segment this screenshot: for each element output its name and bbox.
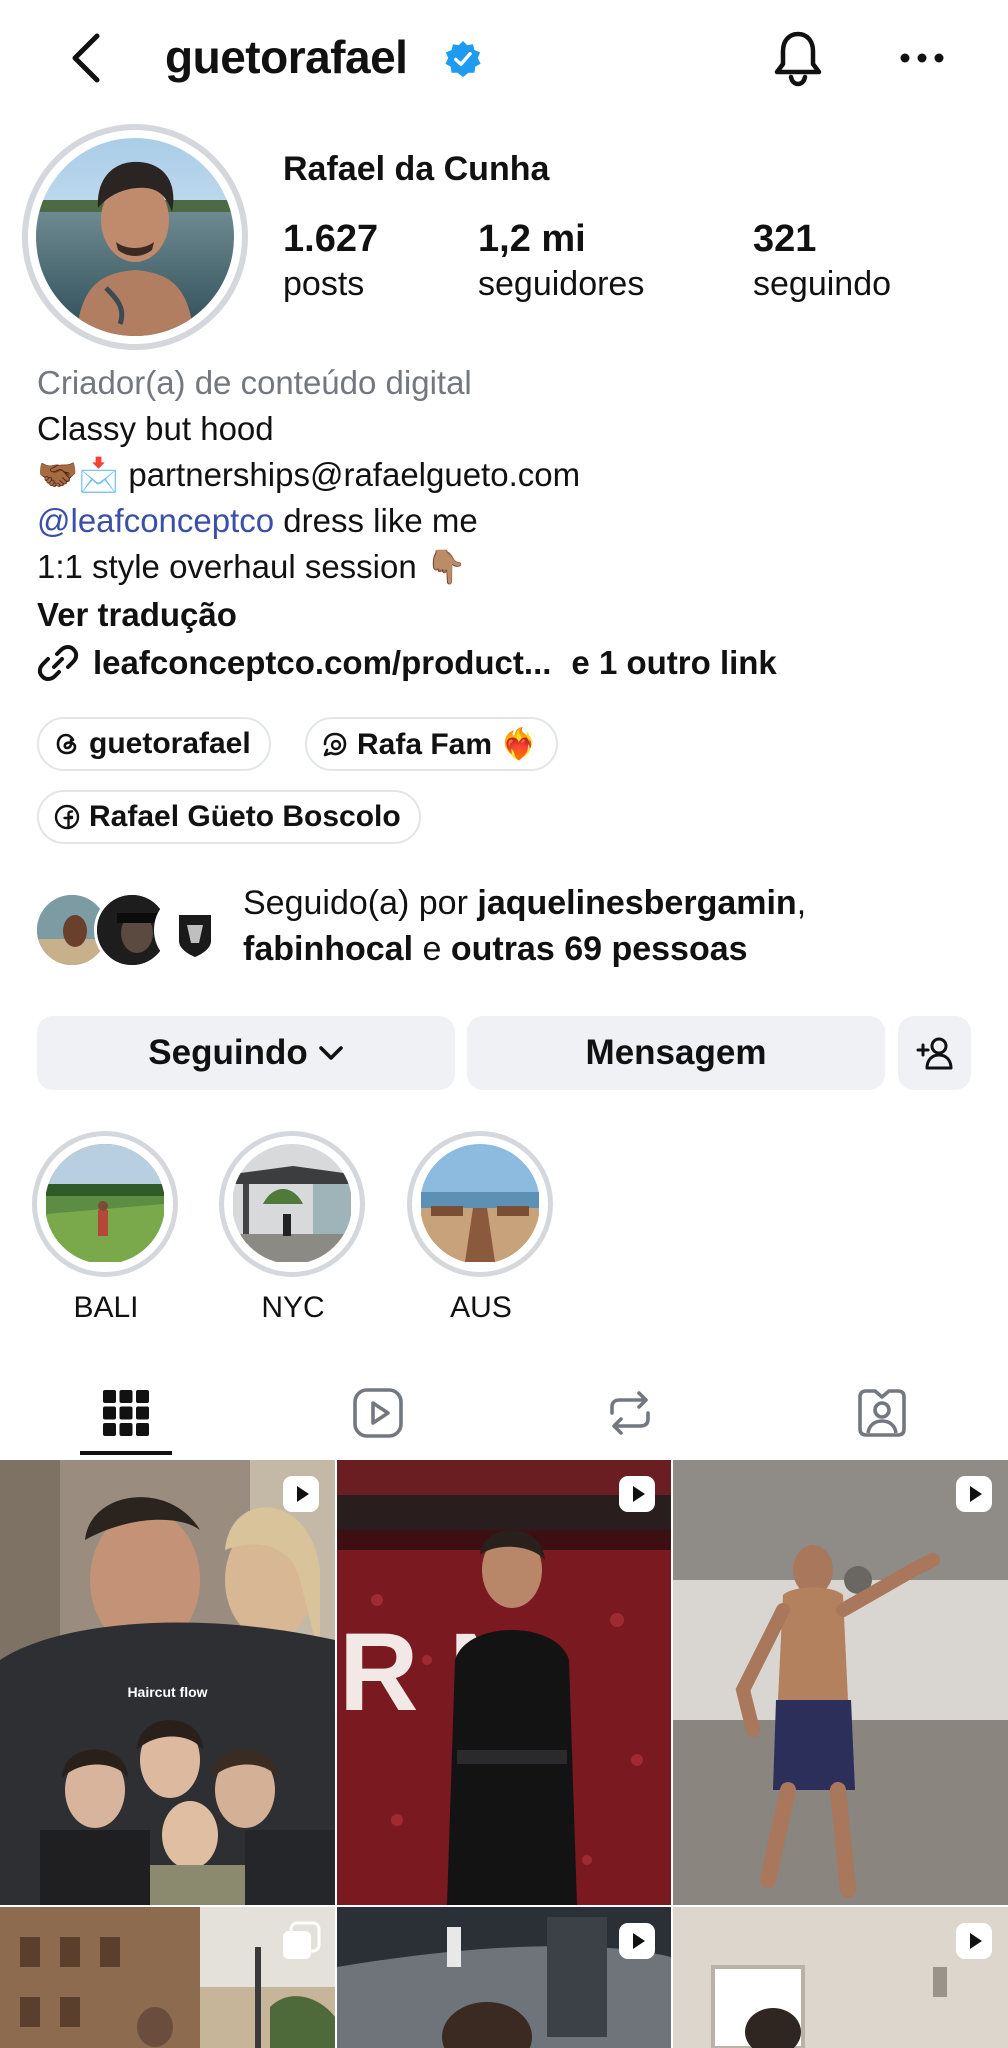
channel-chip[interactable]: Rafa Fam ❤️‍🔥 (305, 717, 558, 771)
bio-line-4: 1:1 style overhaul session 👇🏽 (37, 544, 467, 590)
reel-badge-icon (281, 1474, 321, 1514)
stat-following-label: seguindo (753, 265, 892, 303)
followed-by-user-2[interactable]: fabinhocal (243, 930, 413, 968)
tab-reposts[interactable] (504, 1368, 756, 1458)
bio-link-row[interactable]: leafconceptco.com/product... e 1 outro l… (37, 640, 777, 686)
stat-posts-value: 1.627 (283, 218, 379, 260)
reel-badge-icon (617, 1921, 657, 1961)
reel-badge-icon (954, 1921, 994, 1961)
other-links[interactable]: e 1 outro link (571, 640, 776, 686)
stat-posts[interactable]: 1.627 posts (283, 218, 378, 304)
post-thumb-5[interactable] (337, 1907, 671, 2048)
highlight-aus[interactable]: AUS (407, 1131, 555, 1325)
bio-line-3: @leafconceptco dress like me (37, 498, 478, 544)
bio-line-3-text: dress like me (274, 502, 478, 539)
post-thumb-6[interactable] (673, 1907, 1008, 2048)
channel-icon (321, 730, 357, 758)
reels-icon (352, 1387, 404, 1439)
reposts-icon (604, 1387, 656, 1439)
highlight-label-nyc: NYC (261, 1291, 325, 1324)
stat-following-value: 321 (753, 218, 817, 260)
add-person-button[interactable] (898, 1016, 971, 1090)
bio-line-2: 🤝🏾📩 partnerships@rafaelgueto.com (37, 452, 580, 498)
following-button-label: Seguindo (148, 1033, 308, 1072)
message-button-label: Mensagem (585, 1033, 767, 1072)
highlight-label-bali: BALI (73, 1291, 139, 1324)
highlight-label-aus: AUS (450, 1291, 512, 1324)
bio-link-url[interactable]: leafconceptco.com/product... (93, 640, 551, 686)
threads-chip[interactable]: guetorafael (37, 717, 271, 771)
highlight-ring (32, 1131, 178, 1277)
bio-emoji-point-down: 👇🏽 (425, 548, 467, 585)
facebook-chip-label: Rafael Güeto Boscolo (89, 800, 401, 833)
followed-by-and: e (413, 930, 451, 968)
more-dots-icon[interactable] (890, 34, 954, 82)
profile-username: guetorafael (165, 31, 408, 83)
verified-badge-icon (444, 40, 482, 78)
highlight-thumb-aus (420, 1144, 540, 1264)
post-thumb-1[interactable]: Haircut flow (0, 1460, 335, 1905)
followed-by-others[interactable]: outras 69 pessoas (451, 930, 748, 968)
link-chain-icon (37, 642, 79, 684)
stat-followers[interactable]: 1,2 mi seguidores (478, 218, 644, 304)
highlight-bali[interactable]: BALI (32, 1131, 180, 1325)
highlight-nyc[interactable]: NYC (219, 1131, 367, 1325)
profile-tabs (0, 1368, 1008, 1458)
stat-following[interactable]: 321 seguindo (753, 218, 891, 304)
channel-chip-label: Rafa Fam ❤️‍🔥 (357, 727, 538, 761)
mutual-avatar-3 (154, 892, 230, 968)
followed-by-user-1[interactable]: jaquelinesbergamin (477, 884, 796, 922)
post-thumb-4[interactable] (0, 1907, 335, 2048)
reel-badge-icon (954, 1474, 994, 1514)
profile-category: Criador(a) de conteúdo digital (37, 364, 472, 401)
bio-line-1: Classy but hood (37, 410, 274, 447)
bio-email[interactable]: partnerships@rafaelgueto.com (119, 456, 580, 493)
chevron-down-icon (318, 1044, 344, 1062)
carousel-badge-icon (281, 1921, 321, 1961)
bell-icon[interactable] (770, 28, 826, 88)
bio-line-4-text: 1:1 style overhaul session (37, 548, 426, 585)
facebook-chip[interactable]: Rafael Güeto Boscolo (37, 790, 421, 844)
post-1-caption: Haircut flow (127, 1684, 208, 1700)
stat-followers-label: seguidores (478, 265, 645, 303)
tagged-icon (856, 1387, 908, 1439)
facebook-icon (53, 803, 89, 831)
top-bar: guetorafael (0, 0, 1008, 116)
stat-posts-label: posts (283, 265, 365, 303)
post-thumb-2[interactable]: R N (337, 1460, 671, 1905)
highlight-thumb-bali (45, 1144, 165, 1264)
bio-mention-link[interactable]: @leafconceptco (37, 502, 274, 539)
followed-by-prefix: Seguido(a) por (243, 884, 478, 922)
tab-grid[interactable] (0, 1368, 252, 1458)
highlight-ring (219, 1131, 365, 1277)
stat-followers-value: 1,2 mi (478, 218, 586, 260)
tab-reels[interactable] (252, 1368, 504, 1458)
grid-icon (103, 1390, 149, 1436)
threads-icon (53, 730, 89, 758)
add-person-icon (916, 1036, 954, 1070)
post-thumb-3[interactable] (673, 1460, 1008, 1905)
highlight-thumb-nyc (232, 1144, 352, 1264)
following-button[interactable]: Seguindo (37, 1016, 455, 1090)
tab-tagged[interactable] (756, 1368, 1008, 1458)
back-icon[interactable] (60, 28, 112, 88)
followed-by-text[interactable]: Seguido(a) por jaquelinesbergamin, fabin… (243, 880, 963, 972)
followed-by-comma: , (796, 884, 807, 922)
threads-chip-label: guetorafael (89, 727, 251, 760)
highlight-ring (407, 1131, 553, 1277)
active-tab-indicator (80, 1451, 172, 1455)
translate-link[interactable]: Ver tradução (37, 592, 237, 638)
profile-avatar[interactable] (36, 138, 234, 336)
bio-emoji-handshake-mail: 🤝🏾📩 (37, 456, 120, 493)
message-button[interactable]: Mensagem (467, 1016, 885, 1090)
profile-full-name: Rafael da Cunha (283, 150, 550, 188)
reel-badge-icon (617, 1474, 657, 1514)
mutual-followers-avatars[interactable] (34, 892, 230, 970)
